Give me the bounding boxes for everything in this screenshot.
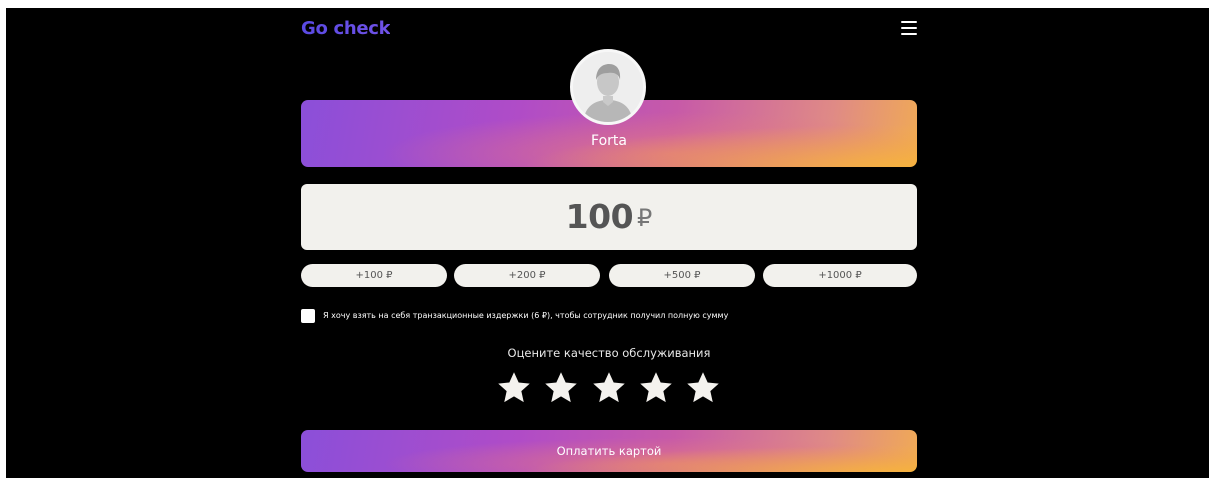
fee-checkbox-row: Я хочу взять на себя транзакционные изде… xyxy=(301,309,917,325)
quick-amount-100-button[interactable]: +100 ₽ xyxy=(301,264,447,287)
star-icon[interactable] xyxy=(543,370,579,406)
menu-line xyxy=(901,27,917,29)
star-icon[interactable] xyxy=(591,370,627,406)
user-avatar-placeholder-icon xyxy=(570,49,646,125)
rating-title: Оцените качество обслуживания xyxy=(507,346,711,360)
quick-amount-200-button[interactable]: +200 ₽ xyxy=(454,264,600,287)
menu-line xyxy=(901,33,917,35)
quick-amount-500-button[interactable]: +500 ₽ xyxy=(609,264,755,287)
app-frame: Go check Forta 100 ₽ +100 ₽ +200 ₽ +500 ₽ xyxy=(6,8,1209,478)
menu-line xyxy=(901,21,917,23)
star-rating xyxy=(496,370,722,408)
pay-by-card-button[interactable]: Оплатить картой xyxy=(301,430,917,472)
quick-amount-1000-button[interactable]: +1000 ₽ xyxy=(763,264,917,287)
fee-checkbox-label: Я хочу взять на себя транзакционные изде… xyxy=(323,311,729,320)
amount-value: 100 xyxy=(565,197,634,236)
quick-amounts: +100 ₽ +200 ₽ +500 ₽ +1000 ₽ xyxy=(301,264,917,287)
fee-checkbox[interactable] xyxy=(301,309,315,323)
employee-name: Forta xyxy=(591,133,627,149)
amount-field[interactable]: 100 ₽ xyxy=(301,184,917,250)
amount-currency: ₽ xyxy=(637,204,653,232)
tip-page: Go check Forta 100 ₽ +100 ₽ +200 ₽ +500 ₽ xyxy=(301,8,917,478)
star-icon[interactable] xyxy=(496,370,532,406)
logo[interactable]: Go check xyxy=(301,18,391,39)
star-icon[interactable] xyxy=(638,370,674,406)
star-icon[interactable] xyxy=(685,370,721,406)
hamburger-menu-icon[interactable] xyxy=(901,21,917,35)
avatar-silhouette xyxy=(573,52,643,122)
